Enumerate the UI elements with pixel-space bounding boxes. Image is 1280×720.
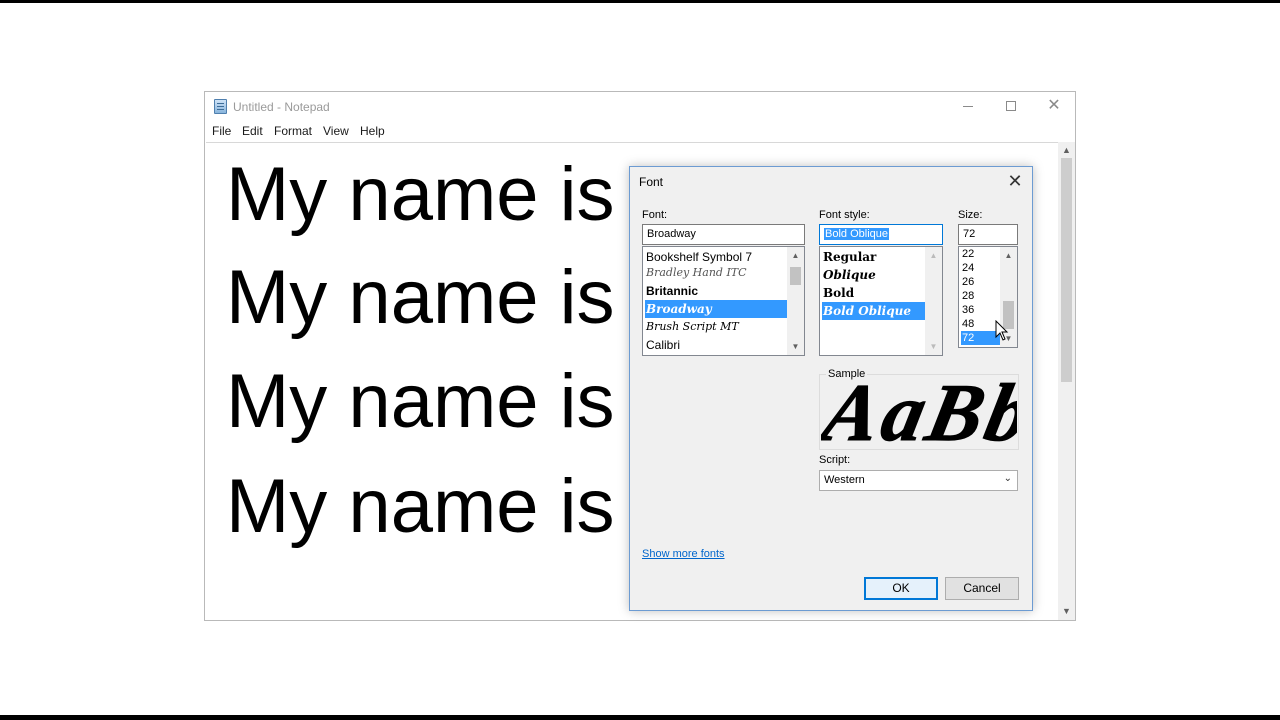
- font-dialog: Font ✕ Font: Broadway Bookshelf Symbol 7…: [629, 166, 1033, 611]
- scroll-down-arrow-icon[interactable]: ▼: [787, 338, 804, 355]
- list-item[interactable]: Bold: [822, 284, 926, 302]
- font-style-input-text: Bold Oblique: [824, 228, 889, 240]
- sample-preview-text: AaBb: [821, 380, 1017, 445]
- editor-vertical-scrollbar[interactable]: ▲ ▼: [1058, 142, 1075, 620]
- menu-edit[interactable]: Edit: [242, 124, 263, 138]
- maximize-icon: [1006, 101, 1016, 111]
- window-title: Untitled - Notepad: [233, 100, 330, 114]
- font-list-scrollbar[interactable]: ▲ ▼: [787, 247, 804, 355]
- list-item[interactable]: 26: [961, 275, 1001, 289]
- list-item[interactable]: Brush Script MT: [645, 318, 788, 336]
- scroll-up-arrow-icon[interactable]: ▲: [1000, 247, 1017, 264]
- text-line: My name is: [226, 152, 615, 237]
- list-item-selected[interactable]: Bold Oblique: [822, 302, 926, 320]
- font-name-list[interactable]: Bookshelf Symbol 7 Bradley Hand ITC Brit…: [642, 246, 805, 356]
- font-style-list[interactable]: Regular Oblique Bold Bold Oblique ▲ ▼: [819, 246, 943, 356]
- maximize-button[interactable]: [988, 92, 1034, 122]
- list-item[interactable]: Oblique: [822, 266, 926, 284]
- text-line: My name is: [226, 255, 615, 340]
- font-label: Font:: [642, 209, 668, 221]
- menu-file[interactable]: File: [212, 124, 231, 138]
- mouse-cursor-icon: [995, 320, 1009, 341]
- script-label: Script:: [819, 454, 851, 466]
- bottom-border: [0, 715, 1280, 720]
- list-item[interactable]: Britannic: [645, 282, 788, 300]
- sample-preview: AaBb: [821, 380, 1017, 445]
- scroll-up-arrow-icon[interactable]: ▲: [1058, 142, 1075, 159]
- font-size-input[interactable]: 72: [958, 224, 1018, 245]
- dialog-title: Font: [639, 175, 664, 189]
- list-item[interactable]: Calibri: [645, 336, 788, 354]
- font-size-list[interactable]: 22 24 26 28 36 48 72 ▲ ▼: [958, 246, 1018, 348]
- font-style-input[interactable]: Bold Oblique: [819, 224, 943, 245]
- minimize-button[interactable]: [945, 92, 991, 122]
- scroll-down-arrow-icon[interactable]: ▼: [1058, 603, 1075, 620]
- text-line: My name is: [226, 464, 615, 549]
- ok-button[interactable]: OK: [864, 577, 938, 600]
- scroll-thumb[interactable]: [1061, 158, 1072, 382]
- notepad-app-icon: [214, 99, 227, 114]
- scroll-up-arrow-icon[interactable]: ▲: [787, 247, 804, 264]
- font-style-label: Font style:: [819, 209, 870, 221]
- notepad-titlebar[interactable]: Untitled - Notepad ✕: [205, 92, 1075, 122]
- menu-bar: File Edit Format View Help: [205, 122, 1075, 142]
- dialog-close-button[interactable]: ✕: [1000, 169, 1030, 193]
- close-icon: ✕: [1007, 171, 1023, 191]
- chevron-down-icon: ⌄: [1003, 473, 1012, 484]
- list-item[interactable]: Regular: [822, 248, 926, 266]
- list-item[interactable]: Bradley Hand ITC: [645, 264, 788, 282]
- script-dropdown[interactable]: Western ⌄: [819, 470, 1018, 491]
- script-dropdown-value: Western: [824, 474, 865, 486]
- list-item[interactable]: 36: [961, 303, 1001, 317]
- text-line: My name is: [226, 359, 615, 444]
- scroll-up-arrow-icon[interactable]: ▲: [925, 247, 942, 264]
- top-border: [0, 0, 1280, 3]
- close-icon: ✕: [1047, 97, 1061, 114]
- menu-format[interactable]: Format: [274, 124, 312, 138]
- close-window-button[interactable]: ✕: [1031, 92, 1077, 122]
- sample-label: Sample: [826, 368, 868, 380]
- menu-help[interactable]: Help: [360, 124, 385, 138]
- size-label: Size:: [958, 209, 983, 221]
- menu-view[interactable]: View: [323, 124, 349, 138]
- font-name-input[interactable]: Broadway: [642, 224, 805, 245]
- scroll-down-arrow-icon[interactable]: ▼: [925, 338, 942, 355]
- show-more-fonts-link[interactable]: Show more fonts: [642, 548, 725, 560]
- list-item[interactable]: 28: [961, 289, 1001, 303]
- cancel-button[interactable]: Cancel: [945, 577, 1019, 600]
- list-item[interactable]: 22: [961, 247, 1001, 261]
- list-item[interactable]: 24: [961, 261, 1001, 275]
- scroll-thumb[interactable]: [790, 267, 801, 285]
- list-item-selected[interactable]: Broadway: [645, 300, 788, 318]
- style-list-scrollbar[interactable]: ▲ ▼: [925, 247, 942, 355]
- minimize-icon: [963, 106, 973, 107]
